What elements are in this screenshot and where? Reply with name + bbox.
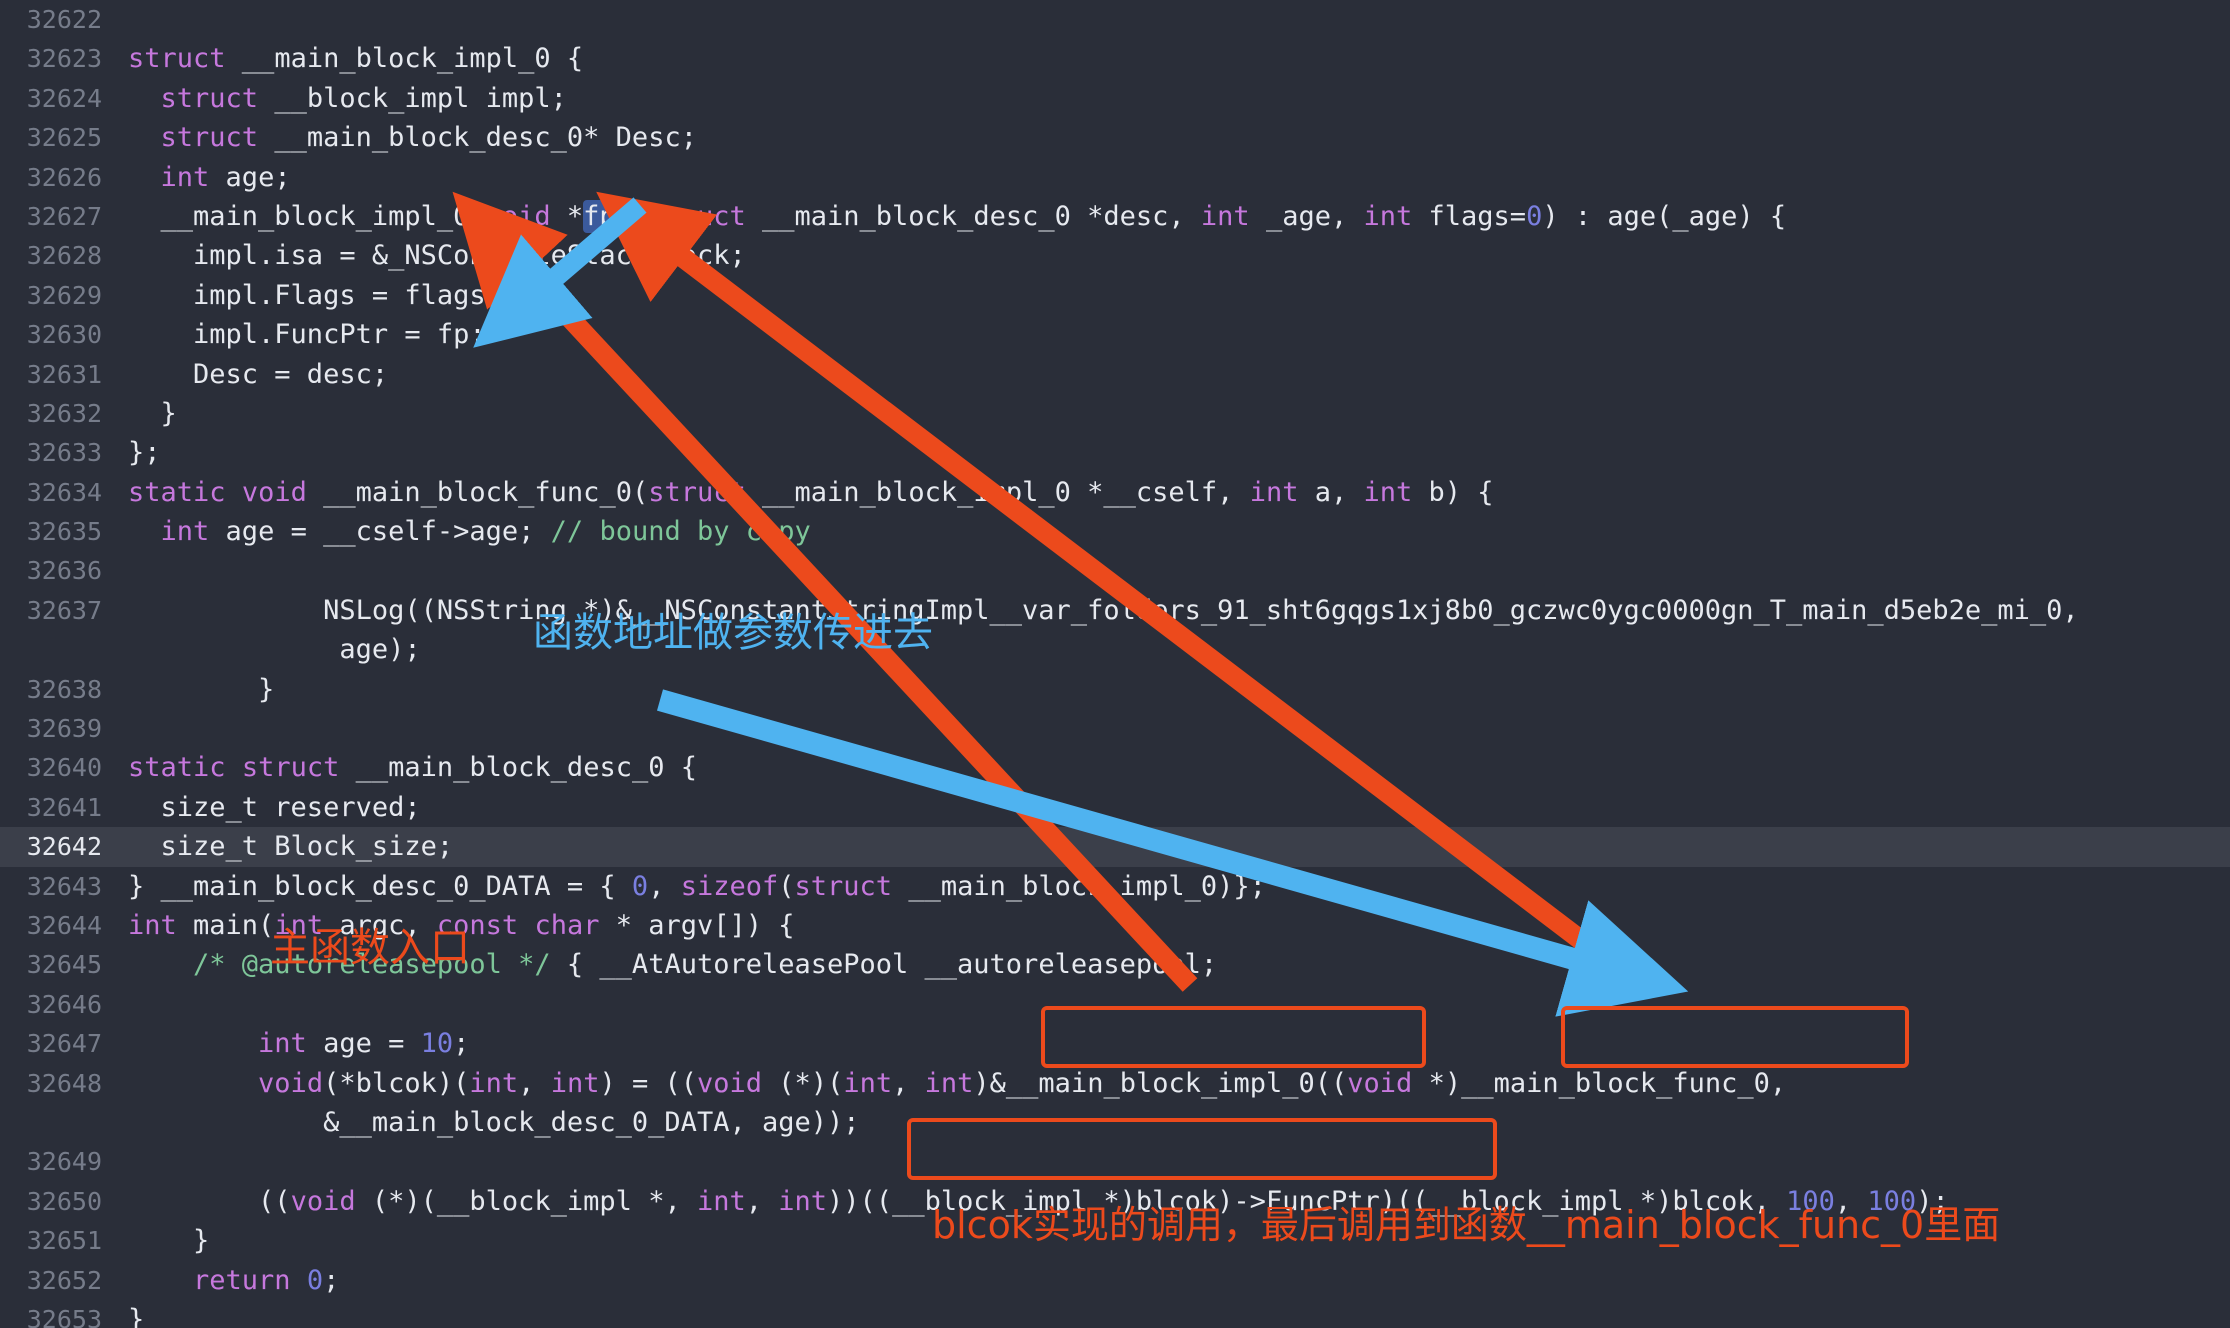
code-line[interactable]: 32623 struct __main_block_impl_0 { xyxy=(0,39,2230,78)
code-text: impl.FuncPtr = fp; xyxy=(128,319,486,351)
line-number: 32651 xyxy=(26,1226,102,1256)
line-number: 32641 xyxy=(26,792,102,822)
code-text: } xyxy=(128,1303,145,1328)
code-text: NSLog((NSString *)&__NSConstantStringImp… xyxy=(128,594,2079,626)
code-line[interactable]: 32653} xyxy=(0,1300,2230,1328)
code-line[interactable]: 32642 size_t Block_size; xyxy=(0,827,2230,867)
line-number: 32652 xyxy=(26,1265,102,1295)
code-text: int age = __cself->age; // bound by copy xyxy=(160,516,811,548)
code-text: struct __main_block_impl_0 { xyxy=(128,43,584,75)
annotation-func-address-param: 函数地址做参数传进去 xyxy=(533,610,933,656)
annotation-blcok-call: blcok实现的调用，最后调用到函数__main_block_func_0里面 xyxy=(932,1203,2001,1247)
code-text: Desc = desc; xyxy=(128,358,389,390)
code-text: size_t reserved; xyxy=(128,791,421,823)
code-text: } xyxy=(128,397,177,429)
line-number: 32640 xyxy=(26,753,102,783)
line-number: 32628 xyxy=(26,241,102,271)
code-text: struct __block_impl impl; xyxy=(160,82,567,114)
code-text: } xyxy=(128,1225,210,1257)
code-line[interactable]: 32643 } __main_block_desc_0_DATA = { 0, s… xyxy=(0,867,2230,906)
code-line[interactable]: 32628 impl.isa = &_NSConcreteStackBlock; xyxy=(0,236,2230,275)
line-number: 32629 xyxy=(26,280,102,310)
line-number: 32649 xyxy=(26,1147,102,1177)
line-number: 32637 xyxy=(26,595,102,625)
code-line[interactable]: 32626 int age; xyxy=(0,158,2230,197)
code-text: __main_block_impl_0(void *fp, struct __m… xyxy=(128,199,1787,233)
line-number: 32639 xyxy=(26,714,102,744)
code-text: impl.Flags = flags; xyxy=(128,279,502,311)
line-number: 32625 xyxy=(26,123,102,153)
line-number: 32650 xyxy=(26,1186,102,1216)
line-number: 32647 xyxy=(26,1029,102,1059)
line-number: 32627 xyxy=(26,201,102,231)
code-text: impl.isa = &_NSConcreteStackBlock; xyxy=(128,240,746,272)
code-text: &__main_block_desc_0_DATA, age)); xyxy=(128,1106,860,1138)
code-line[interactable]: 32640 static struct __main_block_desc_0 { xyxy=(0,748,2230,787)
code-line[interactable]: 32631 Desc = desc; xyxy=(0,355,2230,394)
line-number: 32646 xyxy=(26,989,102,1019)
line-number: 32630 xyxy=(26,320,102,350)
code-line[interactable]: 32639 xyxy=(0,709,2230,748)
code-text: }; xyxy=(128,437,161,469)
code-editor-screenshot: 32622 32623 struct __main_block_impl_0 {32… xyxy=(0,0,2230,1328)
code-line[interactable]: 32627 __main_block_impl_0(void *fp, stru… xyxy=(0,197,2230,236)
code-line[interactable]: 32636 xyxy=(0,551,2230,590)
highlight-box-main-block-impl-0 xyxy=(1041,1006,1426,1068)
code-text: } __main_block_desc_0_DATA = { 0, sizeof… xyxy=(128,870,1266,902)
code-text: int age = 10; xyxy=(258,1028,470,1060)
code-line[interactable]: 32637 NSLog((NSString *)&__NSConstantStr… xyxy=(0,591,2230,630)
code-text: static void __main_block_func_0(struct _… xyxy=(128,476,1494,508)
line-number: 32643 xyxy=(26,871,102,901)
code-line[interactable]: 32633}; xyxy=(0,433,2230,472)
code-line[interactable]: 32634 static void __main_block_func_0(str… xyxy=(0,473,2230,512)
code-line[interactable]: 32648 void(*blcok)(int, int) = ((void (*… xyxy=(0,1064,2230,1103)
code-line[interactable]: 32630 impl.FuncPtr = fp; xyxy=(0,315,2230,354)
code-line[interactable]: 32638 } xyxy=(0,670,2230,709)
line-number: 32624 xyxy=(26,83,102,113)
code-line[interactable]: 32625 struct __main_block_desc_0* Desc; xyxy=(0,118,2230,157)
code-text: int age; xyxy=(160,161,291,193)
line-number: 32642 xyxy=(26,832,102,862)
line-number: 32626 xyxy=(26,162,102,192)
code-line[interactable]: age); xyxy=(0,630,2230,669)
code-line[interactable]: 32635 int age = __cself->age; // bound b… xyxy=(0,512,2230,551)
code-text: size_t Block_size; xyxy=(128,831,454,863)
code-line[interactable]: 32632 } xyxy=(0,394,2230,433)
line-number: 32633 xyxy=(26,438,102,468)
line-number: 32644 xyxy=(26,910,102,940)
line-number: 32622 xyxy=(26,5,102,34)
highlight-box-main-block-func-0 xyxy=(1561,1006,1909,1068)
line-number: 32631 xyxy=(26,359,102,389)
code-text: } xyxy=(128,673,275,705)
code-text: void(*blcok)(int, int) = ((void (*)(int,… xyxy=(258,1067,1787,1099)
code-line[interactable]: 32629 impl.Flags = flags; xyxy=(0,276,2230,315)
code-line[interactable]: 32641 size_t reserved; xyxy=(0,788,2230,827)
line-number: 32636 xyxy=(26,556,102,586)
code-text: return 0; xyxy=(193,1264,340,1296)
line-number: 32634 xyxy=(26,477,102,507)
line-number: 32648 xyxy=(26,1068,102,1098)
code-line[interactable]: 32622 xyxy=(0,0,2230,39)
code-line[interactable]: 32624 struct __block_impl impl; xyxy=(0,79,2230,118)
line-number: 32635 xyxy=(26,517,102,547)
code-text: struct __main_block_desc_0* Desc; xyxy=(160,122,697,154)
code-line[interactable]: 32652 return 0; xyxy=(0,1261,2230,1300)
line-number: 32653 xyxy=(26,1304,102,1328)
line-number: 32623 xyxy=(26,44,102,74)
line-number: 32632 xyxy=(26,398,102,428)
highlight-box-funcptr-call xyxy=(907,1118,1497,1180)
line-number: 32645 xyxy=(26,950,102,980)
line-number: 32638 xyxy=(26,674,102,704)
code-text: age); xyxy=(128,634,421,666)
annotation-main-entry: 主函数入口 xyxy=(270,925,470,971)
code-text: static struct __main_block_desc_0 { xyxy=(128,752,697,784)
